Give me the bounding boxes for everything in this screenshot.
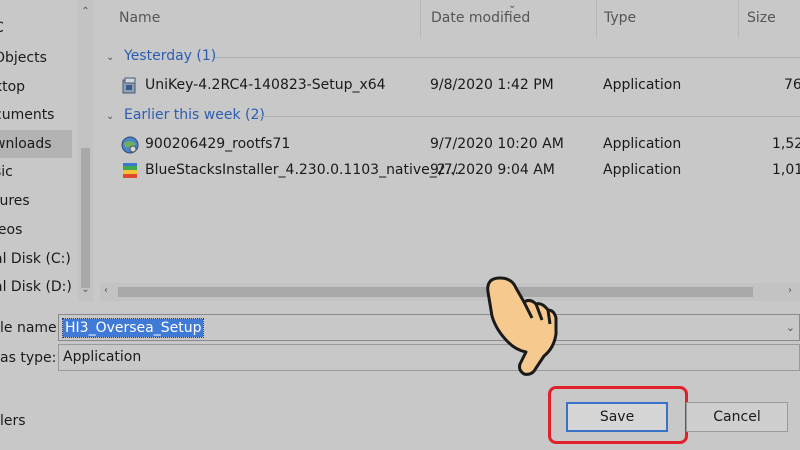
nav-item-downloads[interactable]: wnloads [0,130,72,158]
chevron-down-icon: ⌄ [106,52,115,63]
group-divider [215,57,800,58]
column-size[interactable]: Size [747,10,776,26]
nav-scrollbar[interactable]: ⌃ ⌄ [78,0,93,302]
file-type: Application [603,162,682,178]
globe-app-icon [121,136,139,154]
nav-item-this-pc[interactable]: C [0,14,80,42]
save-as-type-value: Application [63,349,142,365]
scroll-left-icon[interactable]: ‹ [104,285,108,296]
chevron-down-icon: ⌄ [106,111,115,122]
scroll-right-icon[interactable]: › [788,285,792,296]
column-name[interactable]: Name [119,10,160,26]
nav-item-local-disk-d[interactable]: al Disk (D:) [0,273,80,301]
chevron-down-icon[interactable]: ⌄ [786,321,795,334]
nav-item-documents[interactable]: cuments [0,101,80,129]
nav-item-local-disk-c[interactable]: al Disk (C:) [0,245,80,273]
nav-item-label: sic [0,164,13,180]
file-size: 76 [784,77,800,93]
installer-icon [122,77,136,94]
horizontal-scroll-thumb[interactable] [118,287,753,297]
file-name: BlueStacksInstaller_4.230.0.1103_native_… [145,162,460,178]
group-header-earlier-this-week[interactable]: ⌄ Earlier this week (2) [106,107,265,123]
file-row[interactable]: BlueStacksInstaller_4.230.0.1103_native_… [100,158,800,184]
nav-item-label: cuments [0,107,55,123]
column-divider[interactable] [420,0,421,38]
nav-item-label: Objects [0,50,47,66]
file-name-label: le name: [0,320,62,336]
scroll-up-icon[interactable]: ⌃ [78,6,93,17]
file-type: Application [603,136,682,152]
file-list-pane: ⌄ Name Date modified Type Size ⌄ Yesterda… [100,0,800,302]
nav-item-music[interactable]: sic [0,158,80,186]
column-header: ⌄ Name Date modified Type Size [100,0,800,38]
nav-item-label: al Disk (D:) [0,279,72,295]
bluestacks-icon [123,163,137,178]
nav-item-label: al Disk (C:) [0,251,71,267]
file-type: Application [603,77,682,93]
file-list-horizontal-scrollbar[interactable]: ‹ › [100,283,800,301]
nav-scroll-thumb[interactable] [81,148,90,288]
scroll-down-icon[interactable]: ⌄ [78,284,93,295]
save-as-type-select[interactable]: Application [58,344,800,371]
file-name-input[interactable]: HI3_Oversea_Setup ⌄ [58,314,800,341]
file-size: 1,529 [772,136,800,152]
column-divider[interactable] [596,0,597,38]
save-as-type-label: as type: [0,350,57,366]
hide-folders-toggle[interactable]: lers [0,413,26,429]
group-label: Yesterday (1) [124,48,217,64]
save-as-dialog: C Objects ktop cuments wnloads sic tures… [0,0,800,450]
save-button[interactable]: Save [566,402,668,432]
file-date: 9/7/2020 9:04 AM [430,162,555,178]
pointing-hand-icon [486,276,558,376]
cancel-button[interactable]: Cancel [686,402,788,432]
nav-item-label: tures [0,193,30,209]
nav-item-label: wnloads [0,136,52,152]
group-divider [255,116,800,117]
nav-item-label: leos [0,222,23,238]
nav-item-desktop[interactable]: ktop [0,73,80,101]
group-label: Earlier this week (2) [124,107,265,123]
file-row[interactable]: 900206429_rootfs71 9/7/2020 10:20 AM App… [100,132,800,158]
file-name: UniKey-4.2RC4-140823-Setup_x64 [145,77,386,93]
file-date: 9/7/2020 10:20 AM [430,136,564,152]
file-name-selected-text: HI3_Oversea_Setup [61,318,205,338]
file-row[interactable]: UniKey-4.2RC4-140823-Setup_x64 9/8/2020 … [100,73,800,99]
nav-item-videos[interactable]: leos [0,216,80,244]
navigation-pane: C Objects ktop cuments wnloads sic tures… [0,0,93,302]
nav-item-label: ktop [0,79,26,95]
column-date-modified[interactable]: Date modified [431,10,530,26]
nav-item-3d-objects[interactable]: Objects [0,44,80,72]
column-divider[interactable] [738,0,739,38]
nav-item-pictures[interactable]: tures [0,187,80,215]
nav-item-label: C [0,14,80,42]
file-size: 1,012 [772,162,800,178]
file-name: 900206429_rootfs71 [145,136,291,152]
group-header-yesterday[interactable]: ⌄ Yesterday (1) [106,48,216,64]
file-date: 9/8/2020 1:42 PM [430,77,554,93]
column-type[interactable]: Type [604,10,636,26]
